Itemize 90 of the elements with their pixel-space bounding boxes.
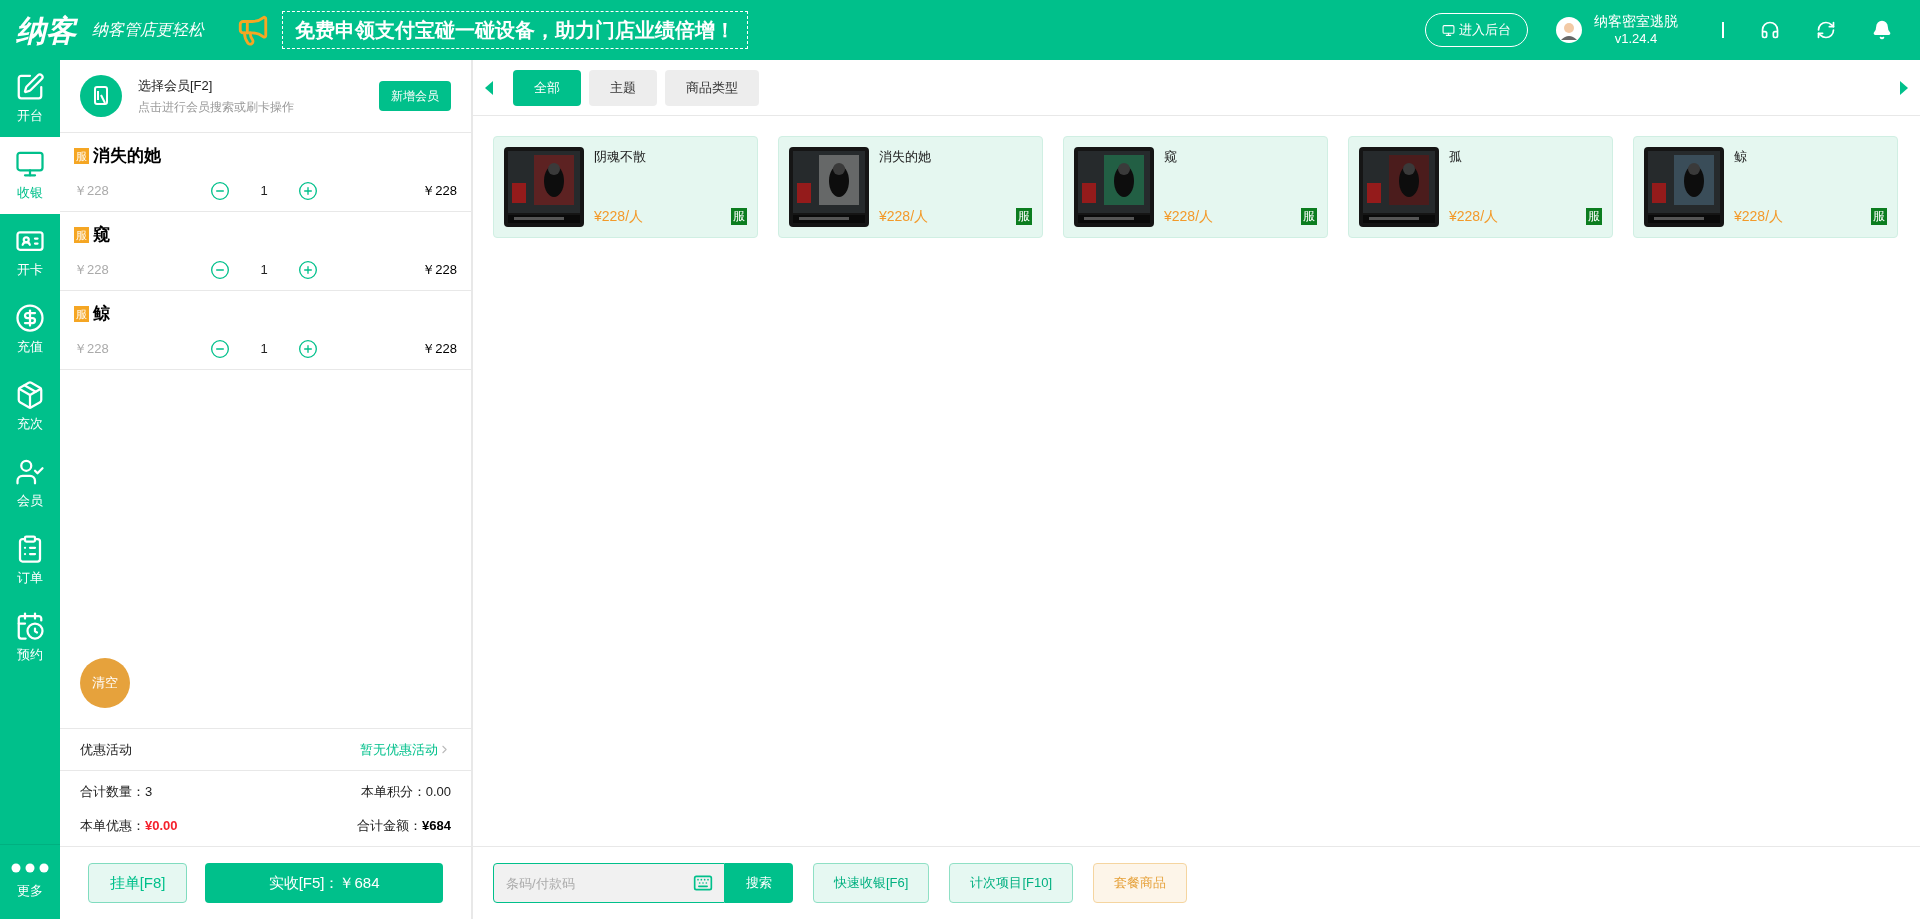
barcode-field[interactable]: 条码/付款码 [493, 863, 725, 903]
member-title[interactable]: 选择会员[F2] [138, 75, 294, 96]
item-name: 鲸 [93, 303, 110, 326]
nav-icon [15, 610, 45, 641]
line-total: ￥228 [422, 261, 457, 279]
product-name: 阴魂不散 [594, 148, 647, 166]
plus-icon[interactable] [298, 259, 318, 280]
service-tag: 服 [1301, 208, 1317, 225]
service-tag: 服 [1016, 208, 1032, 225]
bell-icon[interactable] [1872, 20, 1892, 40]
quick-button[interactable]: 计次项目[F10] [949, 863, 1074, 903]
category-tab[interactable]: 商品类型 [665, 69, 759, 106]
unit-price: ￥228 [74, 182, 110, 200]
promo-banner: 免费申领支付宝碰一碰设备，助力门店业绩倍增！ [282, 11, 748, 49]
product-name: 窥 [1164, 148, 1178, 166]
minus-icon[interactable] [210, 338, 230, 359]
service-tag: 服 [74, 148, 89, 164]
total-count: 合计数量：3 [80, 783, 153, 801]
line-total: ￥228 [422, 340, 457, 358]
product-card[interactable]: 阴魂不散 ¥228/人 服 [493, 136, 758, 238]
more-button[interactable]: 更多 [0, 844, 60, 919]
category-tab[interactable]: 全部 [513, 69, 581, 106]
service-tag: 服 [1586, 208, 1602, 225]
add-member-button[interactable]: 新增会员 [379, 81, 451, 111]
dots-icon [11, 863, 49, 874]
unit-price: ￥228 [74, 261, 110, 279]
service-tag: 服 [731, 208, 747, 225]
store-name: 纳客密室逃脱 [1594, 13, 1678, 31]
order-points: 本单积分：0.00 [360, 783, 451, 801]
nav-item[interactable]: 开台 [0, 60, 60, 137]
nav-item[interactable]: 开卡 [0, 214, 60, 291]
product-name: 消失的她 [879, 148, 932, 166]
product-card[interactable]: 孤 ¥228/人 服 [1348, 136, 1613, 238]
service-tag: 服 [74, 227, 89, 243]
service-tag: 服 [1871, 208, 1887, 225]
quick-button[interactable]: 套餐商品 [1093, 863, 1188, 903]
product-name: 孤 [1449, 148, 1463, 166]
sync-icon[interactable] [1816, 20, 1836, 40]
left-arrow-icon[interactable] [485, 80, 493, 95]
item-name: 消失的她 [93, 145, 161, 168]
category-tab[interactable]: 主题 [589, 69, 657, 106]
quantity: 1 [259, 182, 269, 200]
line-total: ￥228 [422, 182, 457, 200]
product-price: ¥228/人 [1734, 207, 1784, 226]
quantity: 1 [259, 261, 269, 279]
nav-item[interactable]: 订单 [0, 522, 60, 599]
keyboard-icon[interactable] [693, 873, 713, 893]
product-price: ¥228/人 [1449, 207, 1499, 226]
product-card[interactable]: 鲸 ¥228/人 服 [1633, 136, 1898, 238]
product-name: 鲸 [1734, 148, 1748, 166]
logo: 纳客 [16, 12, 76, 49]
nav-icon [15, 379, 45, 410]
unit-price: ￥228 [74, 340, 110, 358]
service-tag: 服 [74, 306, 89, 322]
right-arrow-icon[interactable] [1900, 80, 1908, 95]
slogan: 纳客管店更轻松 [92, 19, 204, 41]
product-price: ¥228/人 [1164, 207, 1214, 226]
nav-item[interactable]: 预约 [0, 599, 60, 676]
megaphone-icon [236, 13, 270, 47]
order-discount: 本单优惠：¥0.00 [80, 816, 178, 835]
pay-button[interactable]: 实收[F5]：￥684 [205, 863, 443, 903]
version-label: v1.24.4 [1614, 30, 1658, 47]
clear-button[interactable]: 清空 [80, 658, 130, 708]
nav-item[interactable]: 收银 [0, 137, 60, 214]
plus-icon[interactable] [298, 180, 318, 201]
product-card[interactable]: 窥 ¥228/人 服 [1063, 136, 1328, 238]
promotion-link[interactable]: 暂无优惠活动 [360, 739, 451, 760]
minus-icon[interactable] [210, 259, 230, 280]
avatar-icon [1556, 17, 1582, 43]
hold-order-button[interactable]: 挂单[F8] [88, 863, 188, 903]
total-amount: 合计金额：¥684 [357, 816, 451, 835]
headset-icon[interactable] [1760, 20, 1780, 40]
product-price: ¥228/人 [594, 207, 644, 226]
plus-icon[interactable] [298, 338, 318, 359]
promotion-label: 优惠活动 [80, 740, 132, 759]
product-price: ¥228/人 [879, 207, 929, 226]
nav-icon [15, 71, 45, 102]
member-hint: 点击进行会员搜索或刷卡操作 [138, 99, 294, 117]
product-card[interactable]: 消失的她 ¥228/人 服 [778, 136, 1043, 238]
nav-item[interactable]: 会员 [0, 445, 60, 522]
minus-icon[interactable] [210, 180, 230, 201]
item-name: 窥 [93, 224, 110, 247]
monitor-icon [1442, 23, 1455, 37]
nav-item[interactable]: 充次 [0, 368, 60, 445]
quantity: 1 [259, 340, 269, 358]
member-icon [80, 75, 122, 117]
nav-icon [15, 302, 45, 333]
search-button[interactable]: 搜索 [725, 863, 793, 903]
quick-button[interactable]: 快速收银[F6] [813, 863, 930, 903]
nav-item[interactable]: 充值 [0, 291, 60, 368]
